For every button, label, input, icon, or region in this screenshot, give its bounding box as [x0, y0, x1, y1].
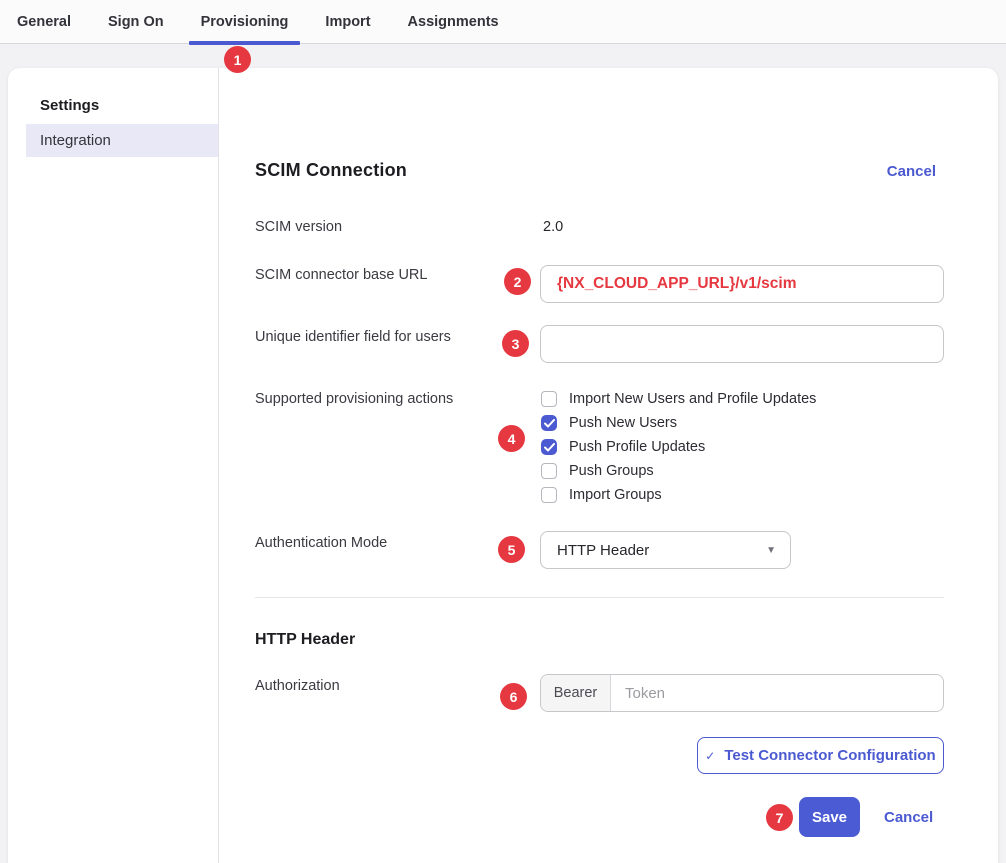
sidebar-item-integration[interactable]: Integration [26, 124, 218, 157]
tab-assignments[interactable]: Assignments [396, 0, 511, 43]
scim-version-value: 2.0 [543, 219, 563, 235]
checkbox-row-import-groups[interactable]: Import Groups [541, 483, 662, 507]
checkbox-push-new-users[interactable] [541, 415, 557, 431]
check-icon: ✓ [705, 749, 715, 763]
checkbox-label: Push Groups [569, 463, 654, 479]
cancel-link-bottom[interactable]: Cancel [884, 809, 933, 826]
provisioning-card: Settings Integration SCIM Connection Can… [8, 68, 998, 863]
section-divider [255, 597, 944, 598]
checkbox-label: Import New Users and Profile Updates [569, 391, 816, 407]
tab-sign-on[interactable]: Sign On [96, 0, 176, 43]
token-input[interactable] [611, 675, 943, 711]
http-header-heading: HTTP Header [255, 631, 355, 649]
checkbox-row-push-groups[interactable]: Push Groups [541, 459, 654, 483]
base-url-input[interactable] [540, 265, 944, 303]
unique-id-input[interactable] [540, 325, 944, 363]
sidebar-heading: Settings [40, 97, 99, 114]
checkbox-label: Import Groups [569, 487, 662, 503]
provisioning-actions-label: Supported provisioning actions [255, 391, 453, 407]
tab-import[interactable]: Import [313, 0, 382, 43]
chevron-down-icon: ▼ [766, 545, 776, 556]
checkbox-row-import-new-users[interactable]: Import New Users and Profile Updates [541, 387, 816, 411]
tab-provisioning[interactable]: Provisioning [189, 0, 301, 43]
tab-general[interactable]: General [5, 0, 83, 43]
check-icon [544, 443, 555, 452]
checkbox-import-groups[interactable] [541, 487, 557, 503]
checkbox-label: Push New Users [569, 415, 677, 431]
step-badge-6: 6 [500, 683, 527, 710]
sidebar-item-label: Integration [40, 132, 111, 149]
test-connector-configuration-button[interactable]: ✓ Test Connector Configuration [697, 737, 944, 774]
step-badge-1: 1 [224, 46, 251, 73]
base-url-label: SCIM connector base URL [255, 267, 427, 283]
check-icon [544, 419, 555, 428]
test-connector-configuration-label: Test Connector Configuration [724, 747, 935, 764]
checkbox-push-groups[interactable] [541, 463, 557, 479]
save-button[interactable]: Save [799, 797, 860, 837]
checkbox-row-push-new-users[interactable]: Push New Users [541, 411, 677, 435]
bearer-prefix: Bearer [541, 675, 611, 711]
step-badge-5: 5 [498, 536, 525, 563]
auth-mode-select[interactable]: HTTP Header ▼ [540, 531, 791, 569]
checkbox-row-push-profile-updates[interactable]: Push Profile Updates [541, 435, 705, 459]
sidebar-divider [218, 68, 219, 863]
checkbox-import-new-users[interactable] [541, 391, 557, 407]
auth-mode-label: Authentication Mode [255, 535, 387, 551]
authorization-input-group: Bearer [540, 674, 944, 712]
scim-version-label: SCIM version [255, 219, 342, 235]
step-badge-4: 4 [498, 425, 525, 452]
step-badge-7: 7 [766, 804, 793, 831]
app-tab-bar: General Sign On Provisioning Import Assi… [0, 0, 1006, 44]
checkbox-push-profile-updates[interactable] [541, 439, 557, 455]
step-badge-2: 2 [504, 268, 531, 295]
page-title: SCIM Connection [255, 160, 407, 181]
cancel-link-top[interactable]: Cancel [887, 163, 936, 180]
checkbox-label: Push Profile Updates [569, 439, 705, 455]
unique-id-label: Unique identifier field for users [255, 329, 451, 345]
step-badge-3: 3 [502, 330, 529, 357]
auth-mode-selected-value: HTTP Header [557, 542, 649, 559]
authorization-label: Authorization [255, 678, 340, 694]
